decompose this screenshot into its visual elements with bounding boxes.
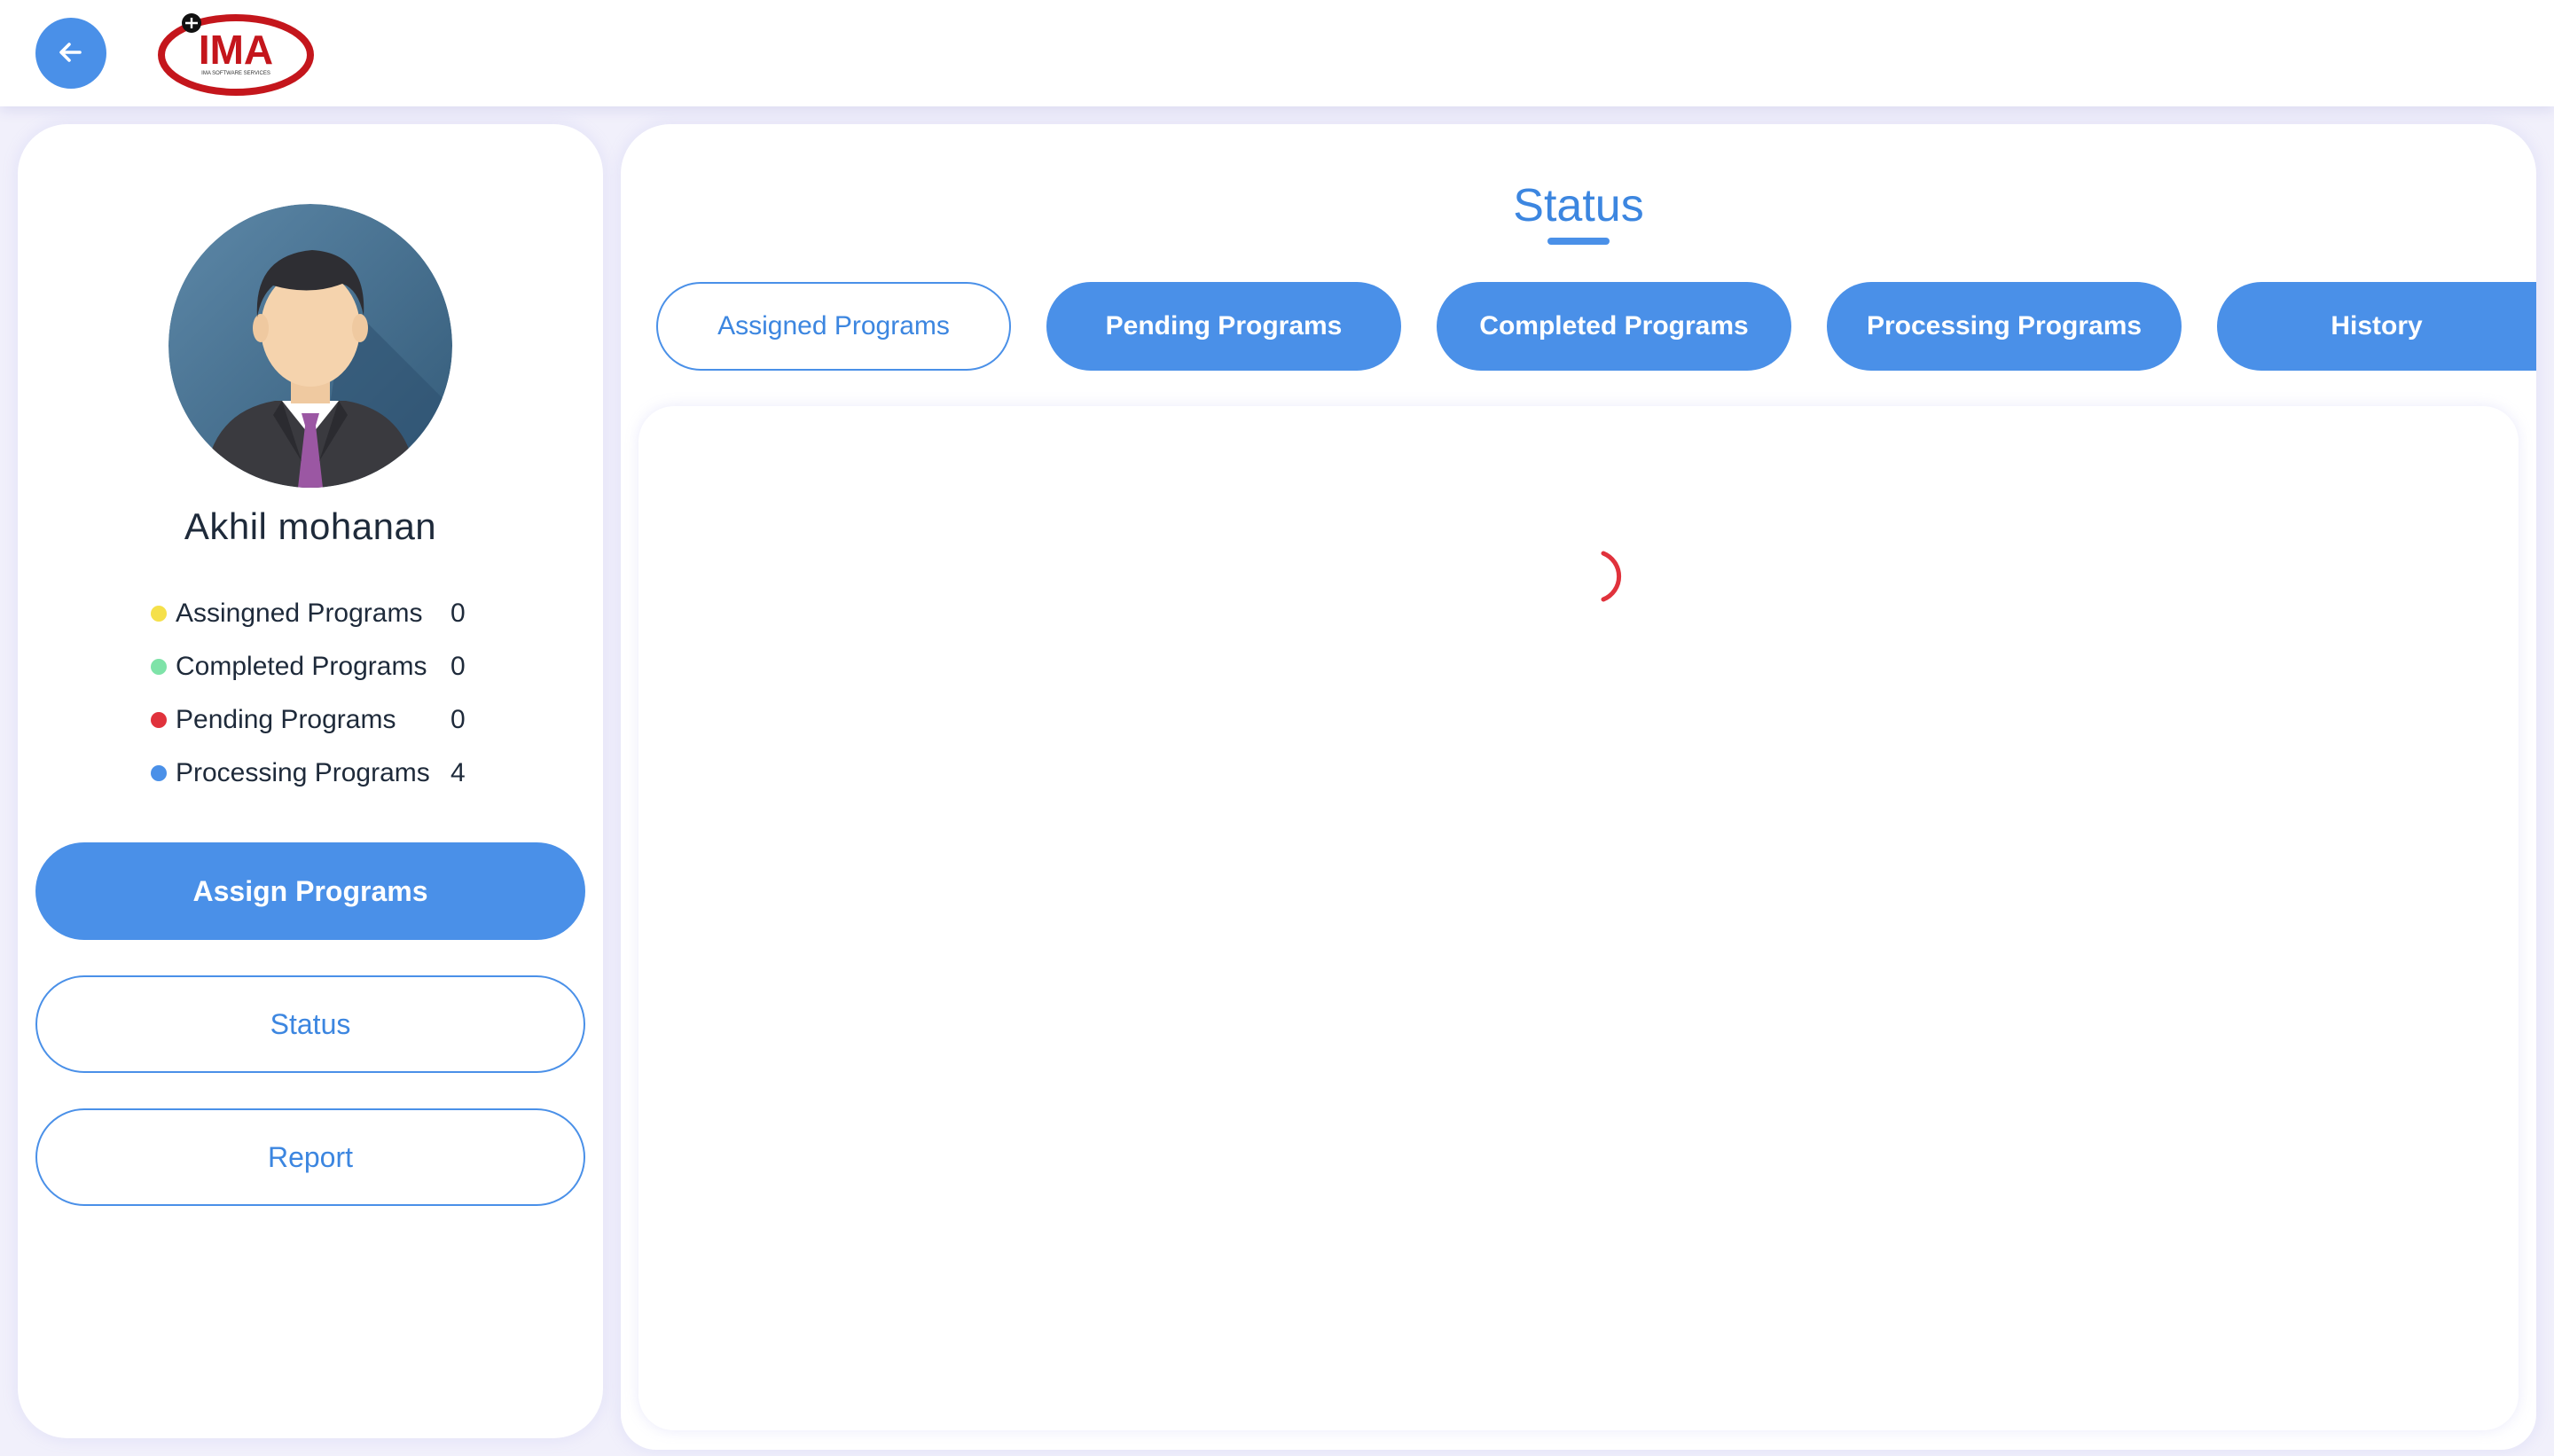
tab-processing-programs[interactable]: Processing Programs <box>1827 282 2182 371</box>
stat-count: 0 <box>450 599 466 628</box>
company-logo: IMA IMA SOFTWARE SERVICES <box>156 11 316 96</box>
stat-label: Processing Programs <box>176 758 430 787</box>
red-dot-icon <box>151 712 167 728</box>
back-button[interactable] <box>35 18 106 89</box>
stat-count: 0 <box>450 705 466 734</box>
top-bar: IMA IMA SOFTWARE SERVICES <box>0 0 2554 106</box>
green-dot-icon <box>151 659 167 675</box>
assign-programs-button[interactable]: Assign Programs <box>35 842 585 940</box>
status-button[interactable]: Status <box>35 975 585 1073</box>
report-button[interactable]: Report <box>35 1108 585 1206</box>
logo-tagline: IMA SOFTWARE SERVICES <box>201 71 270 76</box>
businessman-avatar-icon <box>168 204 452 488</box>
stat-completed: Completed Programs 0 <box>151 640 523 693</box>
stat-processing: Processing Programs 4 <box>151 747 523 800</box>
stat-pending: Pending Programs 0 <box>151 693 523 747</box>
stat-count: 4 <box>450 758 466 787</box>
blue-dot-icon <box>151 765 167 781</box>
stat-label: Pending Programs <box>176 705 396 734</box>
profile-sidebar: Akhil mohanan Assingned Programs 0 Compl… <box>18 124 603 1438</box>
logo-text: IMA <box>199 27 273 73</box>
tab-pending-programs[interactable]: Pending Programs <box>1046 282 1401 371</box>
stat-assigned: Assingned Programs 0 <box>151 587 523 640</box>
tab-assigned-programs[interactable]: Assigned Programs <box>656 282 1011 371</box>
tab-completed-programs[interactable]: Completed Programs <box>1437 282 1791 371</box>
user-name: Akhil mohanan <box>184 505 437 547</box>
stat-label: Assingned Programs <box>176 599 423 628</box>
page-title: Status <box>1513 180 1644 231</box>
title-underline <box>1547 238 1610 245</box>
stat-count: 0 <box>450 652 466 681</box>
program-stats: Assingned Programs 0 Completed Programs … <box>151 587 523 800</box>
yellow-dot-icon <box>151 606 167 622</box>
loading-spinner-icon <box>1594 548 1633 605</box>
stat-label: Completed Programs <box>176 652 427 681</box>
content-panel <box>638 406 2519 1430</box>
tab-history[interactable]: History <box>2217 282 2536 371</box>
status-panel: Status Assigned Programs Pending Program… <box>621 124 2536 1450</box>
arrow-left-icon <box>53 35 89 73</box>
